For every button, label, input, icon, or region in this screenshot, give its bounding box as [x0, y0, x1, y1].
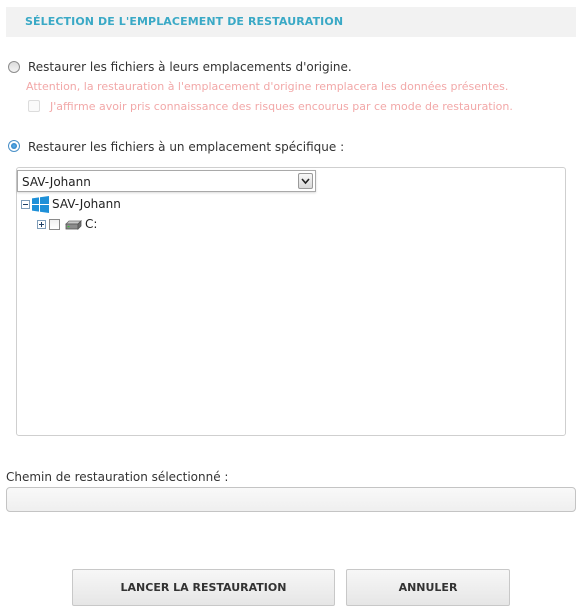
overwrite-warning: Attention, la restauration à l'emplaceme… — [26, 80, 509, 93]
hard-drive-icon — [64, 219, 82, 231]
radio-specific-location-label[interactable]: Restaurer les fichiers à un emplacement … — [28, 140, 344, 154]
section-title: SÉLECTION DE L'EMPLACEMENT DE RESTAURATI… — [25, 15, 344, 28]
machine-select[interactable]: SAV-Johann — [17, 170, 316, 192]
restore-path-input[interactable] — [6, 487, 576, 512]
windows-icon — [32, 196, 49, 213]
tree-root-label[interactable]: SAV-Johann — [52, 197, 121, 211]
machine-select-value: SAV-Johann — [22, 175, 91, 189]
confirm-risk-label: J'affirme avoir pris connaissance des ri… — [50, 100, 513, 113]
tree-expand-toggle[interactable] — [37, 220, 46, 229]
restore-location-page: SÉLECTION DE L'EMPLACEMENT DE RESTAURATI… — [0, 0, 586, 613]
radio-original-location[interactable] — [8, 61, 20, 73]
radio-original-location-label[interactable]: Restaurer les fichiers à leurs emplaceme… — [28, 60, 352, 74]
confirm-risk-checkbox — [28, 100, 40, 112]
radio-specific-location[interactable] — [8, 140, 20, 152]
tree-drive-label[interactable]: C: — [85, 217, 97, 231]
launch-restore-button[interactable]: LANCER LA RESTAURATION — [72, 569, 335, 606]
tree-collapse-toggle[interactable] — [21, 200, 30, 209]
cancel-button[interactable]: ANNULER — [346, 569, 510, 606]
section-header: SÉLECTION DE L'EMPLACEMENT DE RESTAURATI… — [6, 7, 576, 37]
drive-c-checkbox[interactable] — [49, 219, 60, 230]
restore-path-label: Chemin de restauration sélectionné : — [6, 470, 229, 484]
chevron-down-icon[interactable] — [298, 173, 313, 189]
